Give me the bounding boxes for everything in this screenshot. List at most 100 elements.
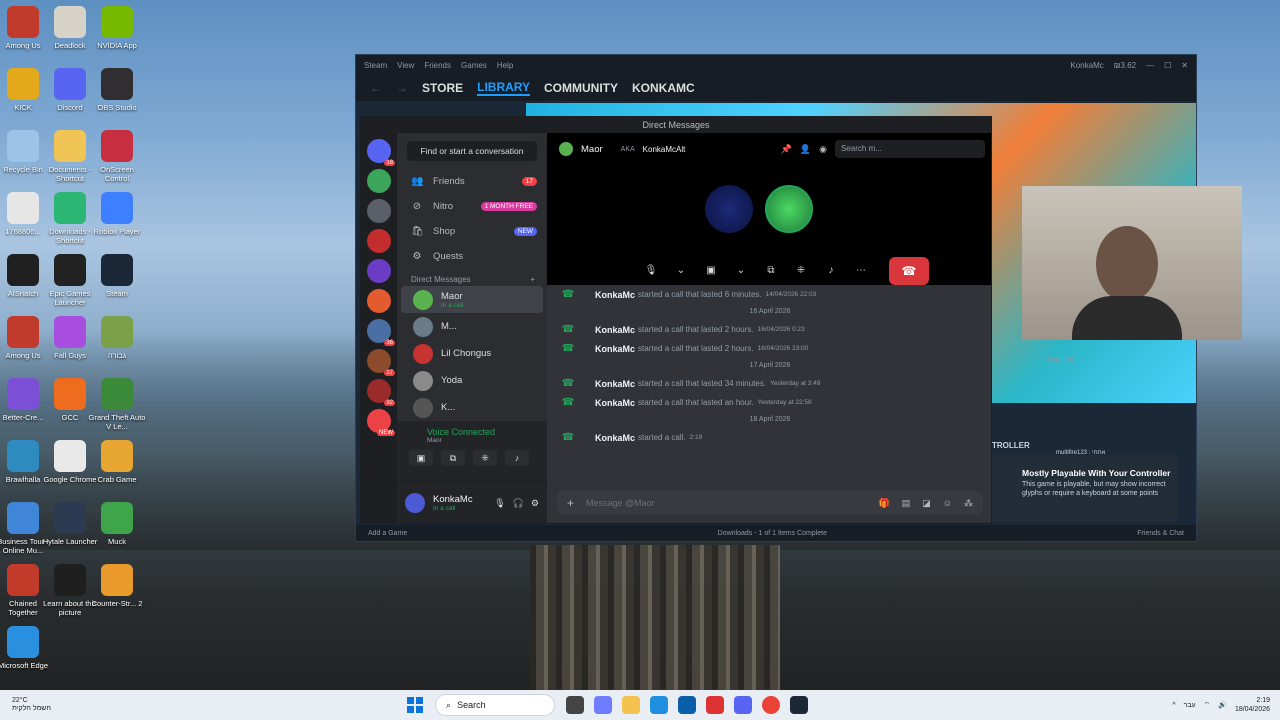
minimize-icon[interactable]: — <box>1146 61 1154 70</box>
chrome-icon[interactable] <box>762 696 781 714</box>
steam-menu-help[interactable]: Help <box>497 61 513 70</box>
server-icon[interactable]: 27 <box>367 349 395 376</box>
message-author[interactable]: KonkaMc <box>595 344 635 354</box>
nav-item[interactable]: 🛍 Shop NEW <box>397 219 547 244</box>
apps-icon[interactable]: ⁂ <box>964 498 973 509</box>
message-author[interactable]: KonkaMc <box>595 290 635 300</box>
clock[interactable]: 2:19 18/04/2026 <box>1235 696 1270 714</box>
teams-icon[interactable] <box>594 696 613 714</box>
tab-library[interactable]: LIBRARY <box>477 80 531 96</box>
file-explorer-icon[interactable] <box>622 696 641 714</box>
tab-profile[interactable]: KONKAMC <box>632 81 695 95</box>
message-author[interactable]: KonkaMc <box>595 433 635 443</box>
desktop-icon[interactable]: Muck <box>88 502 146 546</box>
more-icon[interactable]: ⋯ <box>849 260 873 282</box>
server-icon[interactable]: 18 <box>367 139 395 166</box>
steam-menu-view[interactable]: View <box>397 61 414 70</box>
server-icon[interactable]: 36 <box>367 319 395 346</box>
volume-icon[interactable]: 🔊 <box>1218 701 1227 709</box>
message-author[interactable]: KonkaMc <box>595 325 635 335</box>
desktop-icon[interactable]: Roblox Player <box>88 192 146 236</box>
task-view-icon[interactable] <box>566 696 585 714</box>
message-input[interactable]: Message @Maor <box>586 498 867 508</box>
dm-item[interactable]: K... <box>401 394 543 421</box>
mic-icon[interactable]: 🎙 <box>639 260 663 282</box>
desktop-icon[interactable]: NVIDIA App <box>88 6 146 50</box>
server-icon[interactable]: 32 <box>367 379 395 406</box>
emoji-icon[interactable]: ☺ <box>943 498 952 508</box>
chevron-up-icon[interactable]: ^ <box>1172 702 1175 709</box>
desktop-icon[interactable]: Microsoft Edge <box>0 626 52 670</box>
steam-menu-steam[interactable]: Steam <box>364 61 387 70</box>
server-icon[interactable] <box>367 229 391 253</box>
desktop-icon[interactable]: Grand Theft Auto V Le... <box>88 378 146 431</box>
maximize-icon[interactable]: ☐ <box>1164 61 1171 70</box>
desktop-icon[interactable]: Steam <box>88 254 146 298</box>
desktop-icon[interactable]: Counter-Str... 2 <box>88 564 146 608</box>
attach-plus-icon[interactable]: + <box>567 496 574 510</box>
forward-arrow-icon[interactable]: → <box>396 81 408 95</box>
friends-chat-button[interactable]: Friends & Chat <box>1137 530 1184 537</box>
desktop-icon[interactable]: OnScreen Control <box>88 130 146 183</box>
wifi-icon[interactable]: ⌔ <box>1204 701 1211 710</box>
soundboard-icon[interactable]: ♪ <box>819 260 843 282</box>
headphones-icon[interactable]: 🎧 <box>513 498 524 509</box>
tab-store[interactable]: STORE <box>422 81 463 95</box>
screen-share-icon[interactable]: ⧉ <box>441 450 465 466</box>
camera-off-icon[interactable]: ▣ <box>699 260 723 282</box>
steam-menu-games[interactable]: Games <box>461 61 487 70</box>
nav-item[interactable]: ⊘ Nitro 1 MONTH FREE <box>397 194 547 219</box>
mic-icon[interactable]: 🎙 <box>494 498 505 509</box>
hang-up-button[interactable]: ☎ <box>889 257 929 285</box>
camera-off-icon[interactable]: ▣ <box>409 450 433 466</box>
lang-indicator[interactable]: עבר <box>1184 702 1196 709</box>
tab-community[interactable]: COMMUNITY <box>544 81 618 95</box>
activities-icon[interactable]: ⁜ <box>473 450 497 466</box>
message-author[interactable]: KonkaMc <box>595 379 635 389</box>
server-icon[interactable] <box>367 289 391 313</box>
server-icon[interactable]: NEW <box>367 409 395 436</box>
server-icon[interactable] <box>367 169 391 193</box>
avatar[interactable] <box>405 493 425 513</box>
downloads-status[interactable]: Downloads - 1 of 1 Items Complete <box>718 530 827 537</box>
server-icon[interactable] <box>367 259 391 283</box>
find-conversation-button[interactable]: Find or start a conversation <box>407 141 537 161</box>
voice-channel-label[interactable]: Maor <box>427 437 547 444</box>
add-game-button[interactable]: Add a Game <box>368 530 407 537</box>
soundboard-icon[interactable]: ♪ <box>505 450 529 466</box>
dm-item[interactable]: M... <box>401 313 543 340</box>
taskbar-search[interactable]: ⌕ Search <box>435 694 556 716</box>
desktop-icon[interactable]: גבורה <box>88 316 146 360</box>
message-author[interactable]: KonkaMc <box>595 398 635 408</box>
dm-item[interactable]: Maor In a call <box>401 286 543 313</box>
steam-icon[interactable] <box>790 696 809 714</box>
support-link[interactable]: Support <box>1046 355 1074 364</box>
dm-item[interactable]: Lil Chongus <box>401 340 543 367</box>
back-arrow-icon[interactable]: ← <box>370 81 382 95</box>
discord-icon[interactable] <box>734 696 753 714</box>
nav-item[interactable]: ⚙ Quests <box>397 244 547 269</box>
search-input[interactable]: Search m... <box>835 140 985 158</box>
chevron-down-icon[interactable]: ⌄ <box>669 260 693 282</box>
weather-widget[interactable]: 22°C חשמל חלקית <box>12 697 51 713</box>
steam-menu-friends[interactable]: Friends <box>424 61 451 70</box>
chevron-down-icon[interactable]: ⌄ <box>729 260 753 282</box>
gift-icon[interactable]: 🎁 <box>879 498 890 509</box>
gif-icon[interactable]: ▤ <box>902 498 911 509</box>
profile-icon[interactable]: ◉ <box>819 144 827 155</box>
edge-icon[interactable] <box>650 696 669 714</box>
close-icon[interactable]: ✕ <box>1181 61 1188 70</box>
settings-gear-icon[interactable]: ⚙ <box>531 498 539 509</box>
screen-share-icon[interactable]: ⧉ <box>759 260 783 282</box>
message-composer[interactable]: + Message @Maor 🎁 ▤ ◪ ☺ ⁂ <box>557 491 983 515</box>
desktop-icon[interactable]: Crab Game <box>88 440 146 484</box>
steam-account[interactable]: KonkaMc <box>1070 61 1103 70</box>
onscreen-control-icon[interactable] <box>706 696 725 714</box>
sticker-icon[interactable]: ◪ <box>922 498 931 509</box>
store-icon[interactable] <box>678 696 697 714</box>
windows-start-icon[interactable] <box>406 696 424 714</box>
server-icon[interactable] <box>367 199 391 223</box>
pin-icon[interactable]: 📌 <box>781 144 792 155</box>
add-dm-icon[interactable]: + <box>530 275 535 284</box>
add-friend-icon[interactable]: 👤 <box>800 144 811 155</box>
